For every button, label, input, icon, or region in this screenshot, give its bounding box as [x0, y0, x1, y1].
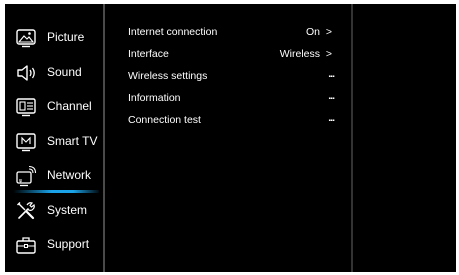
channel-icon [15, 96, 37, 118]
menu-item-smart-tv[interactable]: Smart TV [5, 125, 103, 159]
menu-item-label: Channel [47, 99, 92, 113]
panel-divider [103, 4, 105, 272]
tv-settings-screen: Picture Sound Channel Smart TV ψ Network… [5, 4, 456, 272]
menu-item-label: Sound [47, 65, 82, 79]
setting-label: Internet connection [128, 26, 218, 38]
tools-icon [15, 200, 37, 222]
setting-interface[interactable]: Interface Wireless > [128, 44, 338, 66]
menu-item-label: Network [47, 168, 92, 182]
smart-tv-icon [15, 131, 37, 153]
menu-item-label: Smart TV [47, 134, 98, 148]
menu-item-channel[interactable]: Channel [5, 90, 103, 124]
setting-connection-test[interactable]: Connection test ... [128, 110, 338, 132]
setting-label: Information [128, 92, 181, 104]
setting-value: Wireless [279, 48, 320, 60]
setting-internet-connection[interactable]: Internet connection On > [128, 22, 338, 44]
menu-item-picture[interactable]: Picture [5, 21, 103, 55]
menu-item-system[interactable]: System [5, 194, 103, 228]
setting-label: Connection test [128, 114, 201, 126]
setting-label: Interface [128, 48, 169, 60]
picture-icon [15, 27, 37, 49]
selection-highlight [13, 190, 99, 193]
network-icon: ψ [15, 165, 37, 187]
panel-divider [351, 4, 353, 272]
menu-item-label: System [47, 203, 88, 217]
setting-information[interactable]: Information ... [128, 88, 338, 110]
chevron-right-icon: > [325, 48, 332, 60]
menu-item-label: Picture [47, 30, 85, 44]
menu-item-network[interactable]: ψ Network [5, 159, 103, 193]
speaker-icon [15, 62, 37, 84]
menu-item-sound[interactable]: Sound [5, 56, 103, 90]
menu-item-label: Support [47, 237, 90, 251]
setting-value: On [305, 26, 320, 38]
menu-item-support[interactable]: Support [5, 228, 103, 262]
settings-category-menu: Picture Sound Channel Smart TV ψ Network… [5, 4, 103, 272]
setting-label: Wireless settings [128, 70, 208, 82]
setting-wireless-settings[interactable]: Wireless settings ... [128, 66, 338, 88]
more-options-icon: ... [328, 68, 335, 80]
network-settings-list: Internet connection On > Interface Wirel… [128, 22, 338, 132]
toolbox-icon [15, 234, 37, 256]
more-options-icon: ... [328, 90, 335, 102]
chevron-right-icon: > [325, 26, 332, 38]
more-options-icon: ... [328, 112, 335, 124]
